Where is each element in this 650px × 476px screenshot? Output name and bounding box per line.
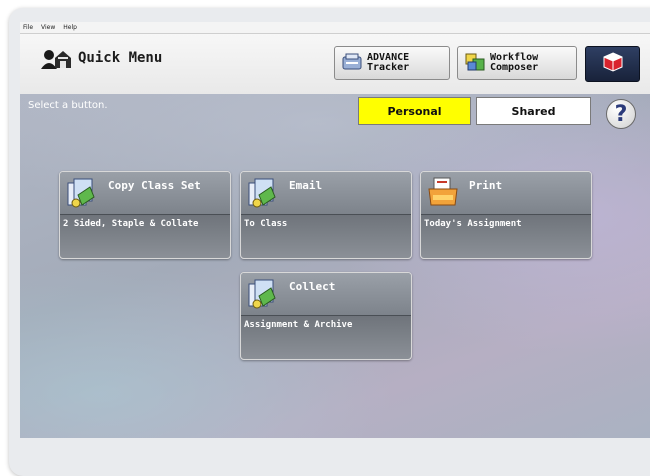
tile-email[interactable]: Email To Class	[240, 171, 412, 259]
menu-help[interactable]: Help	[63, 24, 77, 31]
print-icon	[425, 175, 461, 215]
page-title: Quick Menu	[78, 50, 163, 66]
device-logo-button[interactable]	[585, 46, 640, 82]
help-button[interactable]: ?	[606, 99, 636, 129]
screen: File View Help Quick Menu ADVANCE Tracke…	[20, 22, 650, 438]
menu-bar: File View Help	[20, 22, 650, 34]
copy-icon	[64, 175, 100, 215]
advance-tracker-button[interactable]: ADVANCE Tracker	[334, 46, 450, 80]
tile-subtitle: Assignment & Archive	[244, 320, 353, 330]
tile-label: Copy Class Set	[108, 179, 201, 192]
tile-subtitle: To Class	[244, 219, 288, 229]
quick-menu-icon	[40, 48, 72, 74]
cube-icon	[602, 51, 624, 77]
tile-label: Collect	[289, 280, 336, 293]
work-area: Select a button. Personal Shared ? Copy …	[20, 94, 650, 438]
tile-collect[interactable]: Collect Assignment & Archive	[240, 272, 412, 360]
advance-line2: Tracker	[367, 62, 410, 73]
instruction-text: Select a button.	[28, 100, 108, 111]
workflow-composer-icon	[464, 51, 486, 76]
shared-toggle[interactable]: Shared	[476, 97, 591, 125]
tile-subtitle: 2 Sided, Staple & Collate	[63, 219, 199, 229]
personal-toggle[interactable]: Personal	[358, 97, 471, 125]
tile-subtitle: Today's Assignment	[424, 219, 522, 229]
tile-copy-class-set[interactable]: Copy Class Set 2 Sided, Staple & Collate	[59, 171, 231, 259]
menu-file[interactable]: File	[23, 24, 33, 31]
menu-view[interactable]: View	[41, 24, 55, 31]
help-icon: ?	[614, 101, 628, 127]
collect-icon	[245, 276, 281, 316]
workflow-line2: Composer	[490, 62, 539, 73]
advance-tracker-icon	[341, 51, 363, 76]
workflow-composer-button[interactable]: Workflow Composer	[457, 46, 577, 80]
email-icon	[245, 175, 281, 215]
tile-label: Print	[469, 179, 503, 192]
tile-print[interactable]: Print Today's Assignment	[420, 171, 592, 259]
tile-label: Email	[289, 179, 323, 192]
